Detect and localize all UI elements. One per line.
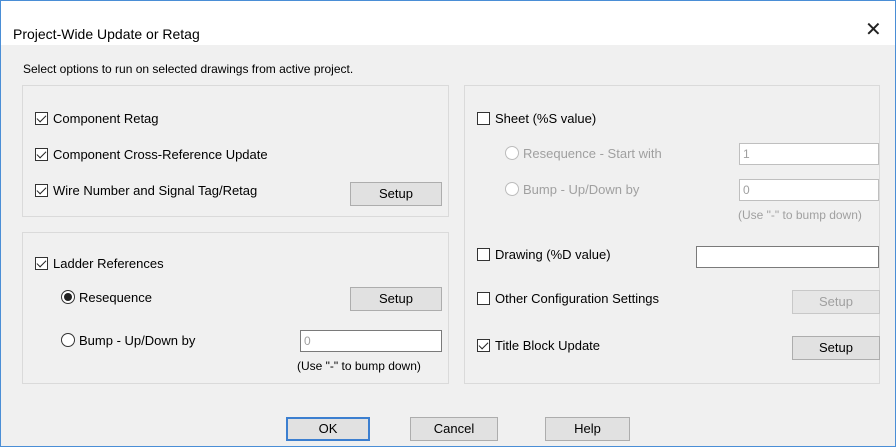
window-title: Project-Wide Update or Retag [13,26,200,42]
component-retag-checkbox[interactable] [35,112,48,125]
ok-button[interactable]: OK [286,417,370,441]
ladder-references-label: Ladder References [53,256,164,271]
drawing-checkbox[interactable] [477,248,490,261]
resequence-label: Resequence [79,290,152,305]
dialog-body: Select options to run on selected drawin… [1,45,895,446]
retag-options-group: Component Retag Component Cross-Referenc… [22,85,449,217]
other-config-setup-button[interactable]: Setup [792,290,880,314]
component-retag-label: Component Retag [53,111,159,126]
sheet-start-with-input[interactable]: 1 [739,143,879,165]
wire-number-setup-button[interactable]: Setup [350,182,442,206]
ladder-bump-value-input[interactable]: 0 [300,330,442,352]
cross-reference-checkbox[interactable] [35,148,48,161]
sheet-label: Sheet (%S value) [495,111,597,126]
resequence-setup-button[interactable]: Setup [350,287,442,311]
resequence-radio[interactable] [61,290,75,304]
cancel-button[interactable]: Cancel [410,417,498,441]
sheet-bump-hint: (Use "-" to bump down) [738,208,862,222]
bump-label: Bump - Up/Down by [79,333,196,348]
ladder-references-group: Ladder References Resequence Setup Bump … [22,232,449,384]
drawing-label: Drawing (%D value) [495,247,611,262]
sheet-drawing-group: Sheet (%S value) Resequence - Start with… [464,85,880,384]
cross-reference-label: Component Cross-Reference Update [53,147,268,162]
project-wide-update-dialog: Project-Wide Update or Retag ✕ Select op… [0,0,896,447]
title-block-setup-button[interactable]: Setup [792,336,880,360]
title-block-label: Title Block Update [495,338,601,353]
close-icon[interactable]: ✕ [865,20,882,40]
other-config-label: Other Configuration Settings [495,291,660,306]
sheet-bump-radio[interactable] [505,182,519,196]
title-block-checkbox[interactable] [477,339,490,352]
ladder-references-checkbox[interactable] [35,257,48,270]
sheet-checkbox[interactable] [477,112,490,125]
title-bar: Project-Wide Update or Retag ✕ [1,1,895,45]
sheet-bump-label: Bump - Up/Down by [523,182,640,197]
bump-radio[interactable] [61,333,75,347]
other-config-checkbox[interactable] [477,292,490,305]
help-button[interactable]: Help [545,417,630,441]
sheet-bump-value-input[interactable]: 0 [739,179,879,201]
wire-number-label: Wire Number and Signal Tag/Retag [53,183,258,198]
instruction-text: Select options to run on selected drawin… [23,62,354,76]
sheet-resequence-label: Resequence - Start with [523,146,662,161]
sheet-resequence-radio[interactable] [505,146,519,160]
wire-number-checkbox[interactable] [35,184,48,197]
drawing-value-input[interactable] [696,246,879,268]
ladder-bump-hint: (Use "-" to bump down) [297,359,421,373]
